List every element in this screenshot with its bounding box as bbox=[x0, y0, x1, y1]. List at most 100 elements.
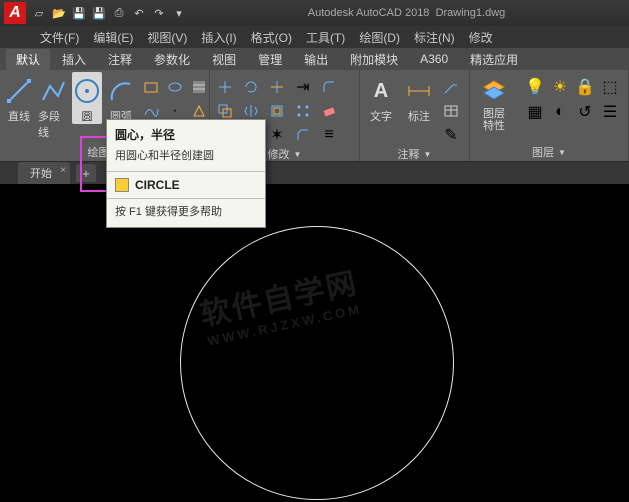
menu-draw[interactable]: 绘图(D) bbox=[359, 29, 400, 46]
offset-icon[interactable] bbox=[266, 100, 288, 122]
tab-a360[interactable]: A360 bbox=[410, 50, 458, 68]
text-label: 文字 bbox=[370, 108, 392, 124]
undo-icon[interactable]: ↶ bbox=[130, 4, 148, 22]
tab-insert[interactable]: 插入 bbox=[52, 49, 96, 70]
dimension-icon bbox=[404, 76, 434, 106]
panel-layers: 图层 特性 💡 ☀ 🔒 ⬚ ▦ ◐ ↺ ☰ 图层▼ bbox=[470, 70, 629, 161]
polyline-icon bbox=[38, 76, 68, 106]
drawn-circle[interactable] bbox=[180, 226, 454, 500]
qat-dropdown-icon[interactable]: ▾ bbox=[170, 4, 188, 22]
menu-tools[interactable]: 工具(T) bbox=[306, 29, 345, 46]
chamfer-icon[interactable] bbox=[292, 124, 314, 146]
line-icon bbox=[4, 76, 34, 106]
redo-icon[interactable]: ↷ bbox=[150, 4, 168, 22]
layer-props-button[interactable]: 图层 特性 bbox=[474, 72, 514, 132]
tab-addins[interactable]: 附加模块 bbox=[340, 49, 408, 70]
menu-modify[interactable]: 修改 bbox=[469, 29, 493, 46]
tab-manage[interactable]: 管理 bbox=[248, 49, 292, 70]
fillet-icon[interactable] bbox=[318, 76, 340, 98]
close-icon[interactable]: × bbox=[60, 165, 66, 176]
circle-button[interactable]: 圆 bbox=[72, 72, 102, 124]
layer-lock-icon[interactable]: 🔒 bbox=[574, 76, 596, 98]
tab-annotate[interactable]: 注释 bbox=[98, 49, 142, 70]
tab-parametric[interactable]: 参数化 bbox=[144, 49, 200, 70]
erase-icon[interactable] bbox=[318, 100, 340, 122]
new-icon[interactable]: ▱ bbox=[30, 4, 48, 22]
window-title: Autodesk AutoCAD 2018 Drawing1.dwg bbox=[188, 7, 625, 19]
panel-layer-label[interactable]: 图层▼ bbox=[474, 143, 624, 161]
layer-off-icon[interactable]: ◐ bbox=[549, 101, 571, 123]
menu-dim[interactable]: 标注(N) bbox=[414, 29, 455, 46]
layer-match-icon[interactable]: ⬚ bbox=[599, 76, 621, 98]
tooltip-title: 圆心，半径 bbox=[107, 120, 265, 147]
text-icon: A bbox=[366, 76, 396, 106]
layer-props-label: 图层 特性 bbox=[483, 108, 505, 132]
dimension-button[interactable]: 标注 bbox=[402, 72, 436, 124]
table-icon[interactable] bbox=[440, 100, 462, 122]
explode-icon[interactable]: ✶ bbox=[266, 124, 288, 146]
plot-icon[interactable]: ⎙ bbox=[110, 4, 128, 22]
rect-icon[interactable] bbox=[140, 76, 162, 98]
layer-on-icon[interactable]: 💡 bbox=[524, 76, 546, 98]
tab-view[interactable]: 视图 bbox=[202, 49, 246, 70]
draw-small-tools: · bbox=[140, 76, 210, 122]
array-icon[interactable] bbox=[292, 100, 314, 122]
move-icon[interactable] bbox=[214, 76, 236, 98]
command-icon bbox=[115, 178, 129, 192]
panel-annotation: A 文字 标注 ✎ 注释▼ bbox=[360, 70, 470, 161]
ellipse-icon[interactable] bbox=[164, 76, 186, 98]
dim-label: 标注 bbox=[408, 108, 430, 124]
line-button[interactable]: 直线 bbox=[4, 72, 34, 124]
chevron-down-icon: ▼ bbox=[558, 148, 566, 157]
drawing-canvas[interactable]: 软件自学网 WWW.RJZXW.COM bbox=[0, 184, 629, 502]
new-tab-button[interactable]: + bbox=[76, 164, 96, 182]
saveas-icon[interactable]: 💾 bbox=[90, 4, 108, 22]
align-icon[interactable]: ≡ bbox=[318, 124, 340, 146]
app-logo[interactable]: A bbox=[4, 2, 26, 24]
doc-tab-start[interactable]: 开始 × bbox=[18, 162, 70, 184]
polyline-label: 多段线 bbox=[38, 108, 68, 140]
title-bar: A ▱ 📂 💾 💾 ⎙ ↶ ↷ ▾ Autodesk AutoCAD 2018 … bbox=[0, 0, 629, 26]
arc-button[interactable]: 圆弧 bbox=[106, 72, 136, 124]
tooltip-desc: 用圆心和半径创建圆 bbox=[107, 147, 265, 171]
tooltip-command: CIRCLE bbox=[107, 172, 265, 198]
layer-prev-icon[interactable]: ↺ bbox=[574, 101, 596, 123]
tab-default[interactable]: 默认 bbox=[6, 49, 50, 70]
layer-state-icon[interactable]: ☰ bbox=[599, 101, 621, 123]
menu-format[interactable]: 格式(O) bbox=[251, 29, 292, 46]
circle-label: 圆 bbox=[82, 108, 93, 124]
hatch-icon[interactable] bbox=[188, 76, 210, 98]
polyline-button[interactable]: 多段线 bbox=[38, 72, 68, 140]
tab-featured[interactable]: 精选应用 bbox=[460, 49, 528, 70]
tooltip: 圆心，半径 用圆心和半径创建圆 CIRCLE 按 F1 键获得更多帮助 bbox=[106, 119, 266, 228]
quick-access-toolbar: ▱ 📂 💾 💾 ⎙ ↶ ↷ ▾ bbox=[30, 4, 188, 22]
layer-freeze-icon[interactable]: ☀ bbox=[549, 76, 571, 98]
layers-icon bbox=[479, 76, 509, 106]
mleader-icon[interactable]: ✎ bbox=[440, 124, 462, 146]
document-tabs: 开始 × + bbox=[0, 162, 629, 184]
menu-edit[interactable]: 编辑(E) bbox=[93, 29, 133, 46]
rotate-icon[interactable] bbox=[240, 76, 262, 98]
save-icon[interactable]: 💾 bbox=[70, 4, 88, 22]
ribbon: 直线 多段线 圆 圆弧 · 绘图▼ bbox=[0, 70, 629, 162]
tooltip-help: 按 F1 键获得更多帮助 bbox=[107, 199, 265, 227]
trim-icon[interactable] bbox=[266, 76, 288, 98]
open-icon[interactable]: 📂 bbox=[50, 4, 68, 22]
arc-icon bbox=[106, 76, 136, 106]
layer-iso-icon[interactable]: ▦ bbox=[524, 101, 546, 123]
menu-insert[interactable]: 插入(I) bbox=[201, 29, 236, 46]
menu-view[interactable]: 视图(V) bbox=[147, 29, 187, 46]
chevron-down-icon: ▼ bbox=[294, 150, 302, 159]
panel-annot-label[interactable]: 注释▼ bbox=[364, 146, 465, 162]
menu-bar: 文件(F) 编辑(E) 视图(V) 插入(I) 格式(O) 工具(T) 绘图(D… bbox=[0, 26, 629, 48]
extend-icon[interactable]: ⇥ bbox=[292, 76, 314, 98]
doc-tab-label: 开始 bbox=[30, 168, 52, 180]
tab-output[interactable]: 输出 bbox=[294, 49, 338, 70]
leader-icon[interactable] bbox=[440, 76, 462, 98]
text-button[interactable]: A 文字 bbox=[364, 72, 398, 124]
ribbon-tab-strip: 默认 插入 注释 参数化 视图 管理 输出 附加模块 A360 精选应用 bbox=[0, 48, 629, 70]
circle-icon bbox=[72, 76, 102, 106]
line-label: 直线 bbox=[8, 108, 30, 124]
menu-file[interactable]: 文件(F) bbox=[40, 29, 79, 46]
chevron-down-icon: ▼ bbox=[424, 150, 432, 159]
